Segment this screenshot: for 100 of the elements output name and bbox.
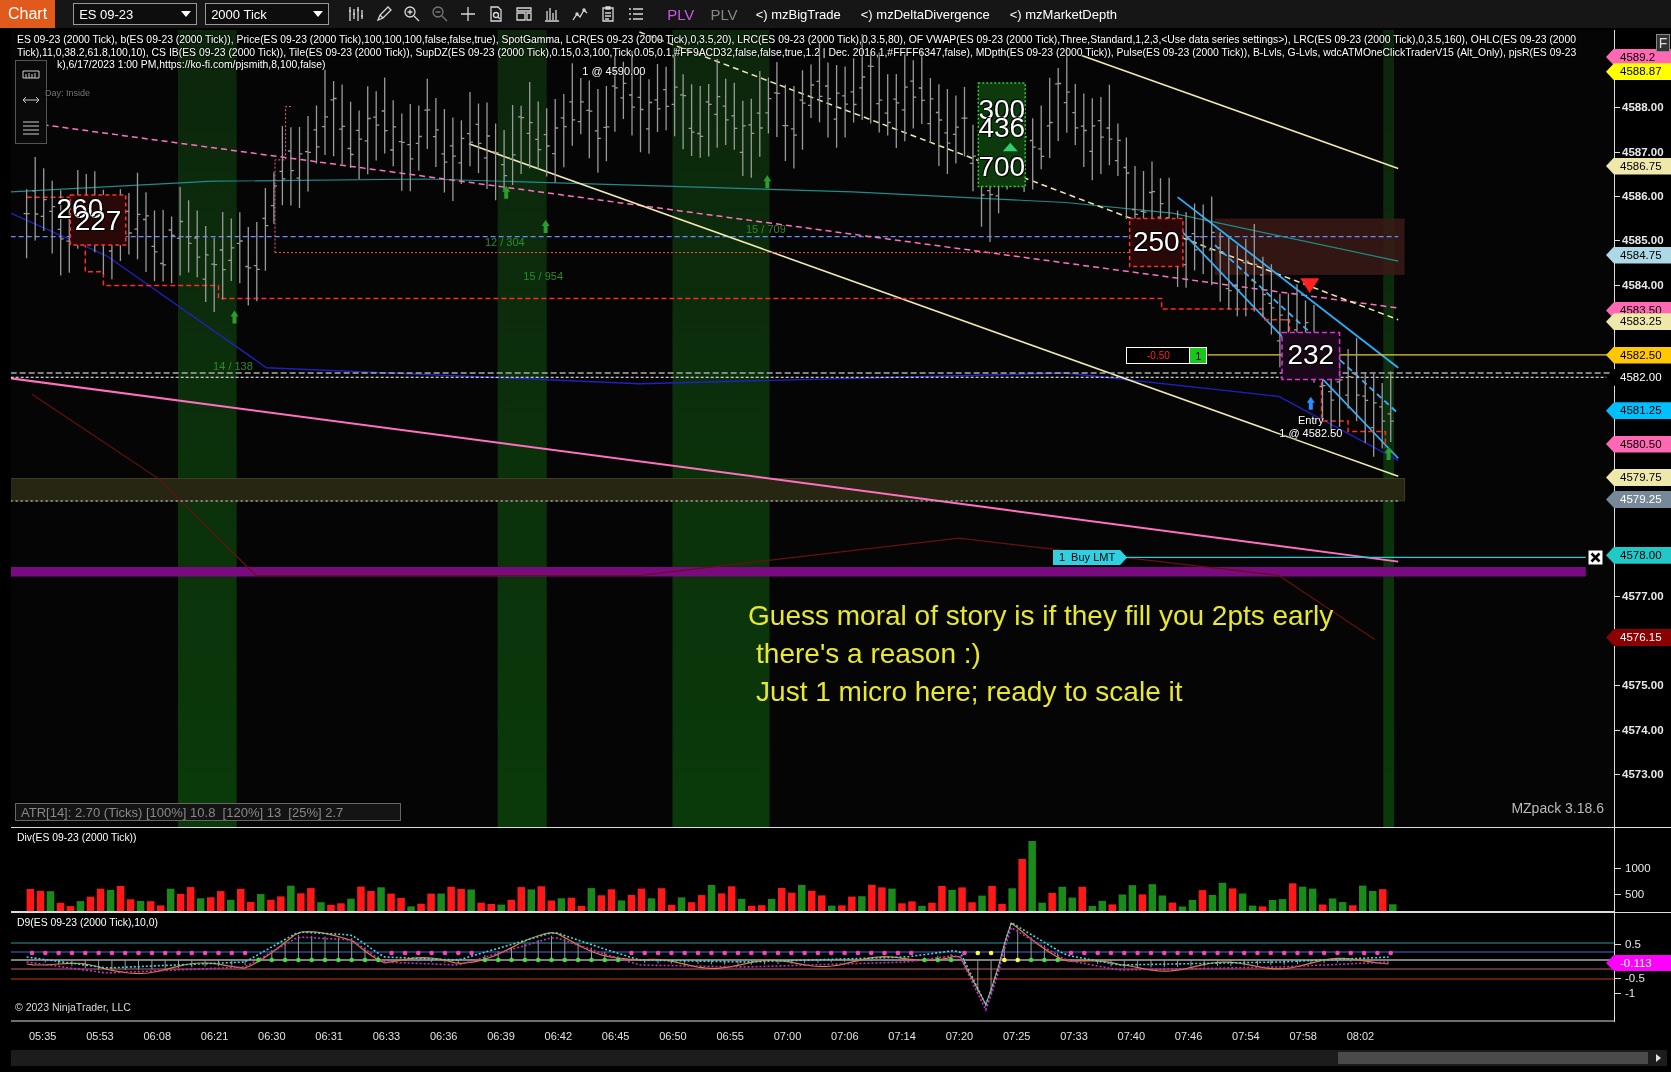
time-label: 07:46 (1173, 1030, 1204, 1042)
time-label: 06:50 (658, 1030, 688, 1042)
price-marker: 4583.25 (1606, 313, 1671, 331)
ruler-icon[interactable] (22, 69, 40, 80)
cluster-box (1128, 217, 1184, 268)
menu-icon[interactable] (22, 120, 40, 135)
time-label: 07:58 (1288, 1030, 1318, 1042)
price-tick-label: 4586.00 (1622, 188, 1664, 204)
time-label: 07:33 (1059, 1030, 1089, 1042)
axis-label: 0.5 (1625, 937, 1641, 951)
price-tick-label: 4574.00 (1622, 722, 1664, 738)
panel-icon[interactable] (515, 5, 534, 23)
price-tick-label: 4584.00 (1622, 277, 1664, 293)
cluster-value: 700 (978, 153, 1026, 182)
time-label: 07:54 (1231, 1030, 1261, 1042)
time-label: 05:53 (85, 1030, 115, 1042)
delta-label: 12 / 304 (484, 235, 525, 248)
cluster-value: 232 (1287, 340, 1335, 369)
price-marker: 4578.00 (1606, 546, 1671, 564)
resize-arrows-icon[interactable] (22, 96, 40, 104)
copyright-text: © 2023 NinjaTrader, LLC (15, 1001, 131, 1013)
price-tick-label: 4585.00 (1622, 233, 1664, 249)
bars-icon[interactable] (347, 5, 366, 23)
axis-label: -0.5 (1625, 971, 1645, 985)
indicator-legend-line: k),6/17/2023 1:00 PM,https://ko-fi.com/pjsmith,8,100,false) (56, 59, 326, 72)
float-button[interactable]: F (1656, 34, 1670, 52)
list-icon[interactable] (627, 5, 646, 23)
note-text: Guess moral of story is if they fill you 2pts early (748, 598, 1334, 633)
indicator-button[interactable]: <) mzDeltaDivergence (854, 6, 996, 22)
time-label: 07:25 (1001, 1030, 1032, 1042)
cluster-value: 250 (1132, 227, 1180, 256)
chart-title: Chart (0, 0, 56, 28)
time-label: 07:40 (1116, 1030, 1147, 1042)
caret-icon (313, 11, 324, 17)
price-marker: 4580.50 (1606, 435, 1671, 453)
price-marker: 4582.50 (1606, 346, 1671, 364)
signal-arrow (1384, 446, 1393, 460)
axis-label: -1 (1625, 986, 1636, 1000)
signal-arrow (763, 175, 772, 189)
period-dropdown[interactable]: 2000 Tick (205, 3, 330, 25)
time-label: 07:14 (887, 1030, 917, 1042)
delta-label: 15 / 954 (523, 270, 564, 282)
value-marker: -0.113 (1606, 955, 1671, 971)
plv-button[interactable]: PLV (663, 5, 699, 23)
time-label: 06:55 (715, 1030, 745, 1042)
entry-fill-label: 1 @ 4582.50 (1279, 426, 1343, 439)
price-tick-label: 4575.00 (1622, 678, 1664, 694)
indicator-button[interactable]: <) mzMarketDepth (1003, 6, 1124, 22)
time-label: 08:02 (1345, 1030, 1376, 1042)
time-label: 07:00 (772, 1030, 803, 1042)
time-label: 06:31 (314, 1030, 344, 1042)
time-label: 07:20 (944, 1030, 975, 1042)
version-label: MZpack 3.18.6 (1511, 800, 1604, 816)
note-text: Just 1 micro here; ready to scale it (755, 674, 1184, 709)
atr-readout: ATR[14]: 2.70 (Ticks) [100%] 10.8 [120%] 13 [25%] 2.7 (15, 803, 401, 821)
crosshair-icon[interactable] (459, 5, 478, 23)
position-quantity[interactable]: 1 (1190, 347, 1208, 365)
price-marker: 4579.75 (1606, 468, 1671, 486)
price-tick-label: 4573.00 (1622, 767, 1664, 782)
price-tick-label: 4577.00 (1622, 589, 1664, 605)
bar-chart-icon[interactable] (543, 5, 562, 23)
delta-label: 15 / 709 (746, 223, 786, 236)
time-label: 06:39 (486, 1030, 516, 1042)
price-marker: 4584.75 (1606, 246, 1671, 264)
time-label: 06:08 (142, 1030, 172, 1042)
price-marker: 4579.25 (1606, 491, 1671, 509)
price-marker: 4586.75 (1606, 157, 1671, 175)
time-label: 07:06 (830, 1030, 860, 1042)
up-triangle-marker (1002, 142, 1018, 152)
signal-arrow (502, 185, 511, 199)
zoom-in-icon[interactable] (403, 5, 422, 23)
plv-button[interactable]: PLV (706, 5, 742, 23)
panel-title: D9(ES 09-23 (2000 Tick),10,0) (17, 917, 158, 928)
signal-arrow (1306, 396, 1315, 410)
note-text: there's a reason :) (755, 636, 982, 671)
time-label: 06:36 (428, 1030, 459, 1042)
time-label: 06:42 (543, 1030, 574, 1042)
down-triangle-marker (1300, 278, 1320, 294)
time-label: 05:35 (27, 1030, 58, 1042)
cluster-box (1281, 331, 1341, 381)
price-marker: 4576.15 (1606, 629, 1671, 646)
price-tick-label: 4587.00 (1622, 144, 1664, 160)
time-label: 06:21 (199, 1030, 230, 1042)
time-label: 06:33 (371, 1030, 402, 1042)
price-marker: 4588.87 (1606, 63, 1671, 81)
price-marker: 4581.25 (1606, 402, 1671, 420)
indicator-legend-line: ES 09-23 (2000 Tick), b(ES 09-23 (2000 Tick)), Price(ES 09-23 (2000 Tick),100,100,100,false,false,true), SpotGamma, LCR(ES 09-23 (2000 Tick),0,3.5,20), LRC(ES 09-23 (2000 Tick),0,3.5,80), OF VWAP(ES 09-23 (2000 Tick),Three,Standard,1,2,3,<Use data series settings>), LRC(ES 09-23 (2000 Tick),0,3.5,160), OHLC(ES 09-23 (2000 (17, 34, 1576, 47)
axis-label: 500 (1625, 887, 1645, 901)
close-icon[interactable] (1587, 549, 1603, 565)
axis-label: 1000 (1625, 861, 1651, 875)
instrument-dropdown[interactable]: ES 09-23 (73, 3, 198, 25)
zoom-out-icon[interactable] (431, 5, 450, 23)
indicator-button[interactable]: <) mzBigTrade (749, 6, 847, 22)
order-tag[interactable]: 1 Buy LMT (1052, 549, 1128, 565)
pencil-icon[interactable] (375, 5, 394, 23)
signal-arrow (230, 310, 239, 324)
entry-label: Entry (1297, 413, 1324, 426)
position-pnl: -0.50 (1126, 347, 1191, 365)
price-tick-label: 4588.00 (1622, 100, 1664, 115)
time-label: 06:45 (600, 1030, 631, 1042)
